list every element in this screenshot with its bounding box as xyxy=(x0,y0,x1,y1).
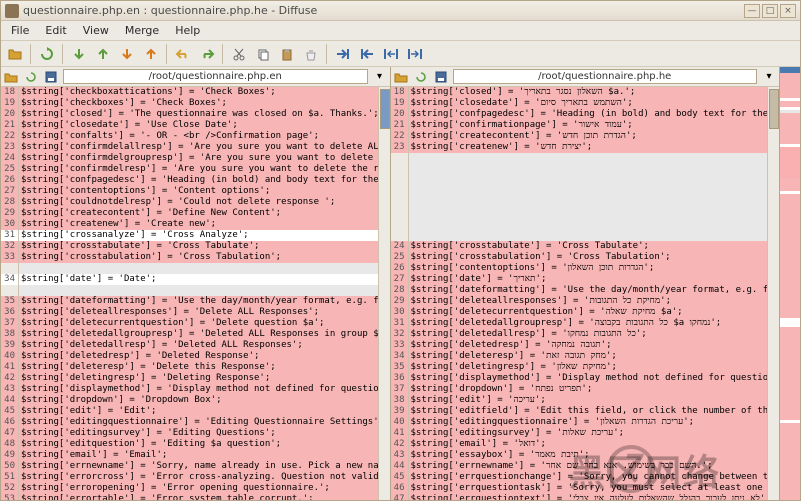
right-pane-header: /root/questionnaire.php.he ▾ xyxy=(391,67,780,87)
menu-help[interactable]: Help xyxy=(167,22,208,39)
main-area: /root/questionnaire.php.en ▾ 18192021222… xyxy=(1,67,800,500)
refresh-file-icon[interactable] xyxy=(22,69,40,85)
merge-both-right-icon[interactable] xyxy=(403,43,427,65)
minimize-button[interactable]: — xyxy=(744,4,760,18)
right-gutter: 1819202122232425262728293031323334353637… xyxy=(391,87,409,500)
open-file-icon[interactable] xyxy=(392,69,410,85)
cut-icon[interactable] xyxy=(227,43,251,65)
paste-icon[interactable] xyxy=(275,43,299,65)
dropdown-icon[interactable]: ▾ xyxy=(760,69,778,85)
undo-icon[interactable] xyxy=(171,43,195,65)
open-icon[interactable] xyxy=(3,43,27,65)
menu-edit[interactable]: Edit xyxy=(37,22,74,39)
copy-icon[interactable] xyxy=(251,43,275,65)
menu-view[interactable]: View xyxy=(75,22,117,39)
merge-both-left-icon[interactable] xyxy=(379,43,403,65)
open-file-icon[interactable] xyxy=(2,69,20,85)
right-scrollbar[interactable] xyxy=(767,87,779,500)
arrow-down-green-icon[interactable] xyxy=(67,43,91,65)
toolbar xyxy=(1,41,800,67)
left-code[interactable]: $string['checkboxattications'] = 'Check … xyxy=(19,87,378,500)
refresh-file-icon[interactable] xyxy=(412,69,430,85)
arrow-up-green-icon[interactable] xyxy=(91,43,115,65)
save-file-icon[interactable] xyxy=(42,69,60,85)
save-file-icon[interactable] xyxy=(432,69,450,85)
right-file-path[interactable]: /root/questionnaire.php.he xyxy=(453,69,758,84)
left-pane: /root/questionnaire.php.en ▾ 18192021222… xyxy=(1,67,391,500)
arrow-down-orange-icon[interactable] xyxy=(115,43,139,65)
arrow-up-orange-icon[interactable] xyxy=(139,43,163,65)
merge-left-icon[interactable] xyxy=(355,43,379,65)
right-code[interactable]: $string['closed'] = 'השאלון נסגר בתאריך … xyxy=(409,87,768,500)
left-gutter: 1819202122232425262728293031323334353637… xyxy=(1,87,19,500)
dropdown-icon[interactable]: ▾ xyxy=(371,69,389,85)
maximize-button[interactable]: □ xyxy=(762,4,778,18)
redo-icon[interactable] xyxy=(195,43,219,65)
left-pane-header: /root/questionnaire.php.en ▾ xyxy=(1,67,390,87)
right-pane: /root/questionnaire.php.he ▾ 18192021222… xyxy=(391,67,781,500)
close-button[interactable]: × xyxy=(780,4,796,18)
clear-icon[interactable] xyxy=(299,43,323,65)
app-icon xyxy=(5,4,19,18)
left-scrollbar[interactable] xyxy=(378,87,390,500)
diff-overview[interactable] xyxy=(780,67,800,500)
menu-merge[interactable]: Merge xyxy=(117,22,167,39)
window-title: questionnaire.php.en : questionnaire.php… xyxy=(23,4,742,17)
menu-file[interactable]: File xyxy=(3,22,37,39)
menubar: File Edit View Merge Help xyxy=(1,21,800,41)
left-file-path[interactable]: /root/questionnaire.php.en xyxy=(63,69,368,84)
refresh-icon[interactable] xyxy=(35,43,59,65)
titlebar: questionnaire.php.en : questionnaire.php… xyxy=(1,1,800,21)
merge-right-icon[interactable] xyxy=(331,43,355,65)
